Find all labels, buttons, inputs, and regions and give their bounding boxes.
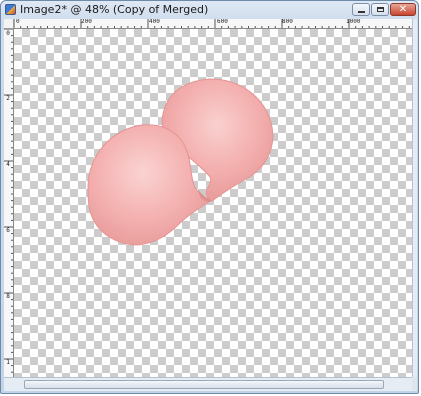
title-bar[interactable]: Image2* @ 48% (Copy of Merged) ✕ [1,1,418,19]
ruler-label: 8 [6,293,10,300]
ruler-label: 400 [149,19,160,25]
window-title: Image2* @ 48% (Copy of Merged) [20,3,209,16]
resize-grip[interactable] [412,377,417,391]
ruler-label: 600 [217,19,228,25]
ruler-label: 6 [6,227,10,234]
maximize-button[interactable] [371,3,389,16]
horizontal-scroll-thumb[interactable] [24,380,384,389]
ruler-label: 1 [6,359,10,366]
minimize-icon [357,11,365,13]
ruler-label: 800 [282,19,293,25]
ruler-label: 0 [6,30,10,37]
paint-shop-pro-icon[interactable] [5,4,16,15]
ruler-label: 2 [6,95,10,102]
vertical-ruler-ticks [4,29,13,373]
petal-layer [87,78,274,246]
ruler-label: 200 [81,19,92,25]
ruler-label: 0 [16,19,20,25]
image-window: Image2* @ 48% (Copy of Merged) ✕ 0 200 4… [0,0,419,394]
close-icon: ✕ [398,3,408,15]
maximize-icon [376,7,384,12]
horizontal-scrollbar[interactable] [4,377,412,391]
vertical-ruler[interactable]: 0 2 4 6 8 1 [4,29,14,377]
horizontal-ruler[interactable]: 0 200 400 600 800 1000 [14,19,412,29]
close-button[interactable]: ✕ [390,3,416,16]
ruler-corner [4,19,14,29]
ruler-label: 1000 [346,19,361,25]
ruler-label: 4 [6,161,10,168]
minimize-button[interactable] [352,3,370,16]
vertical-scrollbar[interactable] [412,19,417,377]
image-canvas[interactable] [14,29,412,377]
